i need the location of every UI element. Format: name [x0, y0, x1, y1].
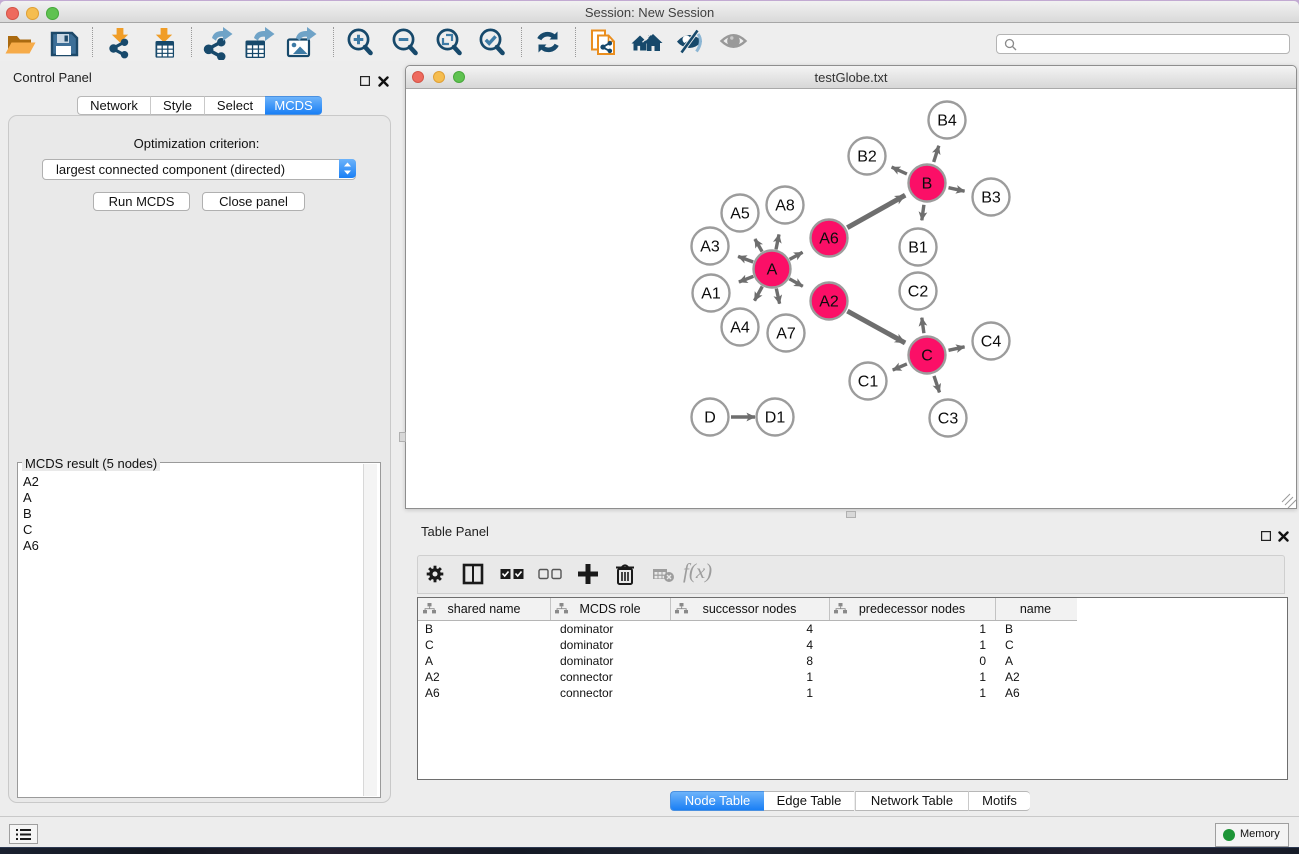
svg-text:A5: A5 [730, 206, 750, 223]
svg-text:B: B [922, 176, 933, 193]
svg-text:A1: A1 [701, 286, 721, 303]
svg-text:B1: B1 [908, 240, 928, 257]
svg-text:A3: A3 [700, 239, 720, 256]
svg-text:C4: C4 [981, 334, 1002, 351]
svg-text:C1: C1 [858, 374, 879, 391]
svg-text:A4: A4 [730, 320, 750, 337]
svg-text:A8: A8 [775, 198, 795, 215]
svg-text:D: D [704, 410, 716, 427]
svg-text:A6: A6 [819, 231, 839, 248]
svg-text:C3: C3 [938, 411, 959, 428]
svg-text:B2: B2 [857, 149, 877, 166]
svg-text:A: A [767, 262, 778, 279]
svg-text:C2: C2 [908, 284, 929, 301]
svg-text:C: C [921, 348, 933, 365]
svg-text:B3: B3 [981, 190, 1001, 207]
svg-text:D1: D1 [765, 410, 786, 427]
svg-text:B4: B4 [937, 113, 957, 130]
svg-text:A2: A2 [819, 294, 839, 311]
svg-text:A7: A7 [776, 326, 796, 343]
